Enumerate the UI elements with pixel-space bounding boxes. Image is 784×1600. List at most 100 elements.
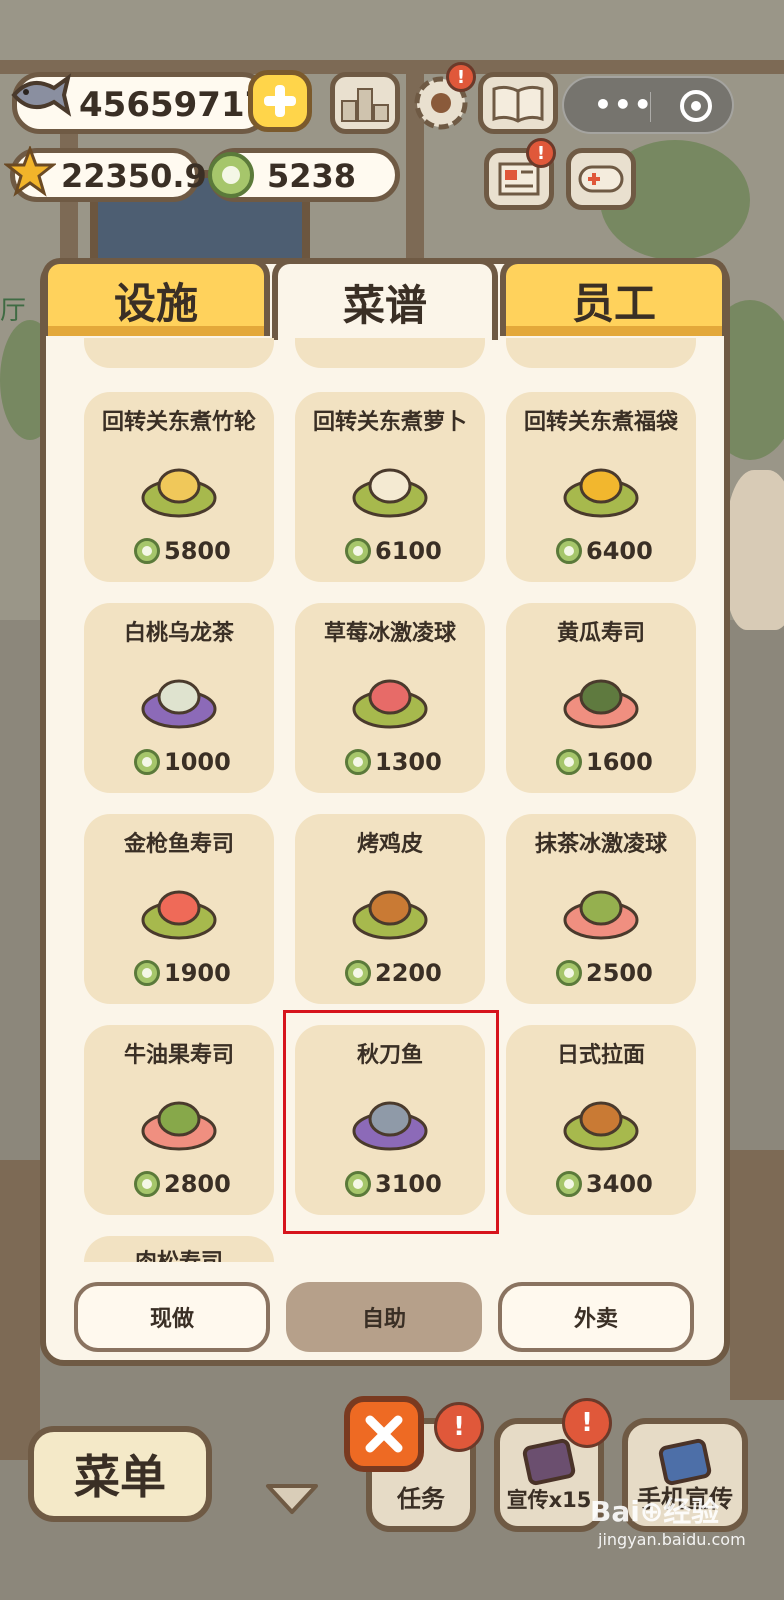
recipe-book-button[interactable] (478, 72, 558, 134)
fish-amount: 45659717 (79, 85, 269, 125)
recipe-price: 5800 (164, 537, 231, 565)
add-fish-button[interactable] (248, 70, 312, 132)
recipe-card[interactable]: 抹茶冰激凌球 2500 (506, 814, 696, 1004)
star-icon (4, 146, 56, 197)
miniprogram-capsule: ••• (562, 76, 734, 134)
dish-icon (352, 890, 428, 940)
dish-icon (563, 468, 639, 518)
recipe-card[interactable]: 草莓冰激凌球 1300 (295, 603, 485, 793)
more-options-button[interactable]: ••• (594, 88, 654, 121)
recipe-price: 1300 (375, 748, 442, 776)
recipe-price: 1900 (164, 959, 231, 987)
coin-icon (556, 749, 582, 775)
recipe-name: 回转关东煮福袋 (523, 410, 678, 435)
background-sign-text: 厅 (0, 296, 27, 326)
tab-staff[interactable]: 员工 (500, 258, 728, 336)
highlight-annotation-box (283, 1010, 499, 1234)
recipe-price: 6400 (586, 537, 653, 565)
coin-icon (556, 960, 582, 986)
book-icon (492, 85, 544, 123)
recipe-card[interactable]: 回转关东煮竹轮 5800 (84, 392, 274, 582)
promo-poster-icon (521, 1437, 577, 1487)
recipe-name: 金枪鱼寿司 (123, 832, 234, 857)
recipe-card-partial[interactable]: 肉松寿司 (84, 1236, 274, 1262)
recipe-card[interactable]: 牛油果寿司 2800 (84, 1025, 274, 1215)
dish-icon (563, 890, 639, 940)
dish-icon (563, 1101, 639, 1151)
tab-recipes[interactable]: 菜谱 (272, 258, 498, 340)
coin-icon (345, 960, 371, 986)
recipe-price: 6100 (375, 537, 442, 565)
recipe-price: 1600 (586, 748, 653, 776)
coin-icon (556, 538, 582, 564)
coin-amount: 5238 (267, 157, 357, 195)
recipe-card[interactable]: 黄瓜寿司 1600 (506, 603, 696, 793)
collapse-arrow-icon[interactable] (262, 1482, 322, 1516)
recipe-name: 黄瓜寿司 (556, 621, 645, 646)
promote-label: 宣传x15 (506, 1488, 592, 1512)
recipe-card[interactable]: 回转关东煮萝卜 6100 (295, 392, 485, 582)
mode-delivery-button[interactable]: 外卖 (498, 1282, 694, 1352)
dish-icon (141, 679, 217, 729)
coin-icon (345, 538, 371, 564)
recipe-card[interactable]: 回转关东煮福袋 6400 (506, 392, 696, 582)
dish-icon (563, 679, 639, 729)
mode-cook-now-button[interactable]: 现做 (74, 1282, 270, 1352)
newspaper-alert-icon: ! (526, 138, 556, 168)
gamepad-icon (578, 165, 624, 193)
coin-icon (556, 1171, 582, 1197)
podium-icon (341, 88, 389, 122)
shelf-right (730, 1150, 784, 1400)
dish-icon (352, 679, 428, 729)
recipe-card[interactable]: 金枪鱼寿司 1900 (84, 814, 274, 1004)
coin-icon (345, 749, 371, 775)
recipe-name: 草莓冰激凌球 (323, 621, 456, 646)
settings-alert-icon: ! (446, 62, 476, 92)
partial-card-above (84, 338, 274, 368)
coin-icon (208, 152, 254, 198)
tasks-alert-icon: ! (434, 1402, 484, 1452)
gamepad-button[interactable] (566, 148, 636, 210)
star-amount: 22350.9 (61, 157, 207, 195)
recipe-price: 2200 (375, 959, 442, 987)
mode-self-service-button[interactable]: 自助 (286, 1282, 482, 1352)
coin-icon (134, 538, 160, 564)
tasks-label: 任务 (397, 1485, 445, 1513)
partial-card-above (506, 338, 696, 368)
menu-button[interactable]: 菜单 (28, 1426, 212, 1522)
recipe-card[interactable]: 烤鸡皮 2200 (295, 814, 485, 1004)
recipe-name: 肉松寿司 (84, 1244, 274, 1262)
baidu-watermark: Bai⊕经验 (590, 1495, 720, 1528)
recipe-card[interactable]: 日式拉面 3400 (506, 1025, 696, 1215)
coin-icon (134, 960, 160, 986)
recipe-name: 牛油果寿司 (123, 1043, 234, 1068)
promote-alert-icon: ! (562, 1398, 612, 1448)
dish-icon (141, 468, 217, 518)
close-panel-button[interactable] (344, 1396, 424, 1472)
recipe-name: 抹茶冰激凌球 (534, 832, 667, 857)
ranking-button[interactable] (330, 72, 400, 134)
close-miniprogram-icon[interactable] (680, 90, 712, 122)
recipe-price: 2500 (586, 959, 653, 987)
fish-icon (11, 73, 72, 117)
recipe-price: 3400 (586, 1170, 653, 1198)
recipe-name: 回转关东煮竹轮 (101, 410, 256, 435)
close-icon (365, 1415, 403, 1453)
recipe-name: 烤鸡皮 (356, 832, 423, 857)
recipe-name: 回转关东煮萝卜 (312, 410, 467, 435)
recipe-card[interactable]: 白桃乌龙茶 1000 (84, 603, 274, 793)
cat-customer (726, 470, 784, 630)
recipe-name: 白桃乌龙茶 (123, 621, 234, 646)
baidu-watermark-url: jingyan.baidu.com (598, 1530, 746, 1549)
coin-icon (134, 1171, 160, 1197)
dish-icon (141, 890, 217, 940)
dish-icon (141, 1101, 217, 1151)
plus-icon (264, 85, 296, 117)
capsule-divider (650, 92, 651, 122)
partial-card-above (295, 338, 485, 368)
dish-icon (352, 468, 428, 518)
recipe-price: 1000 (164, 748, 231, 776)
tab-facilities[interactable]: 设施 (42, 258, 270, 336)
recipe-name: 日式拉面 (556, 1043, 645, 1068)
recipe-price: 2800 (164, 1170, 231, 1198)
